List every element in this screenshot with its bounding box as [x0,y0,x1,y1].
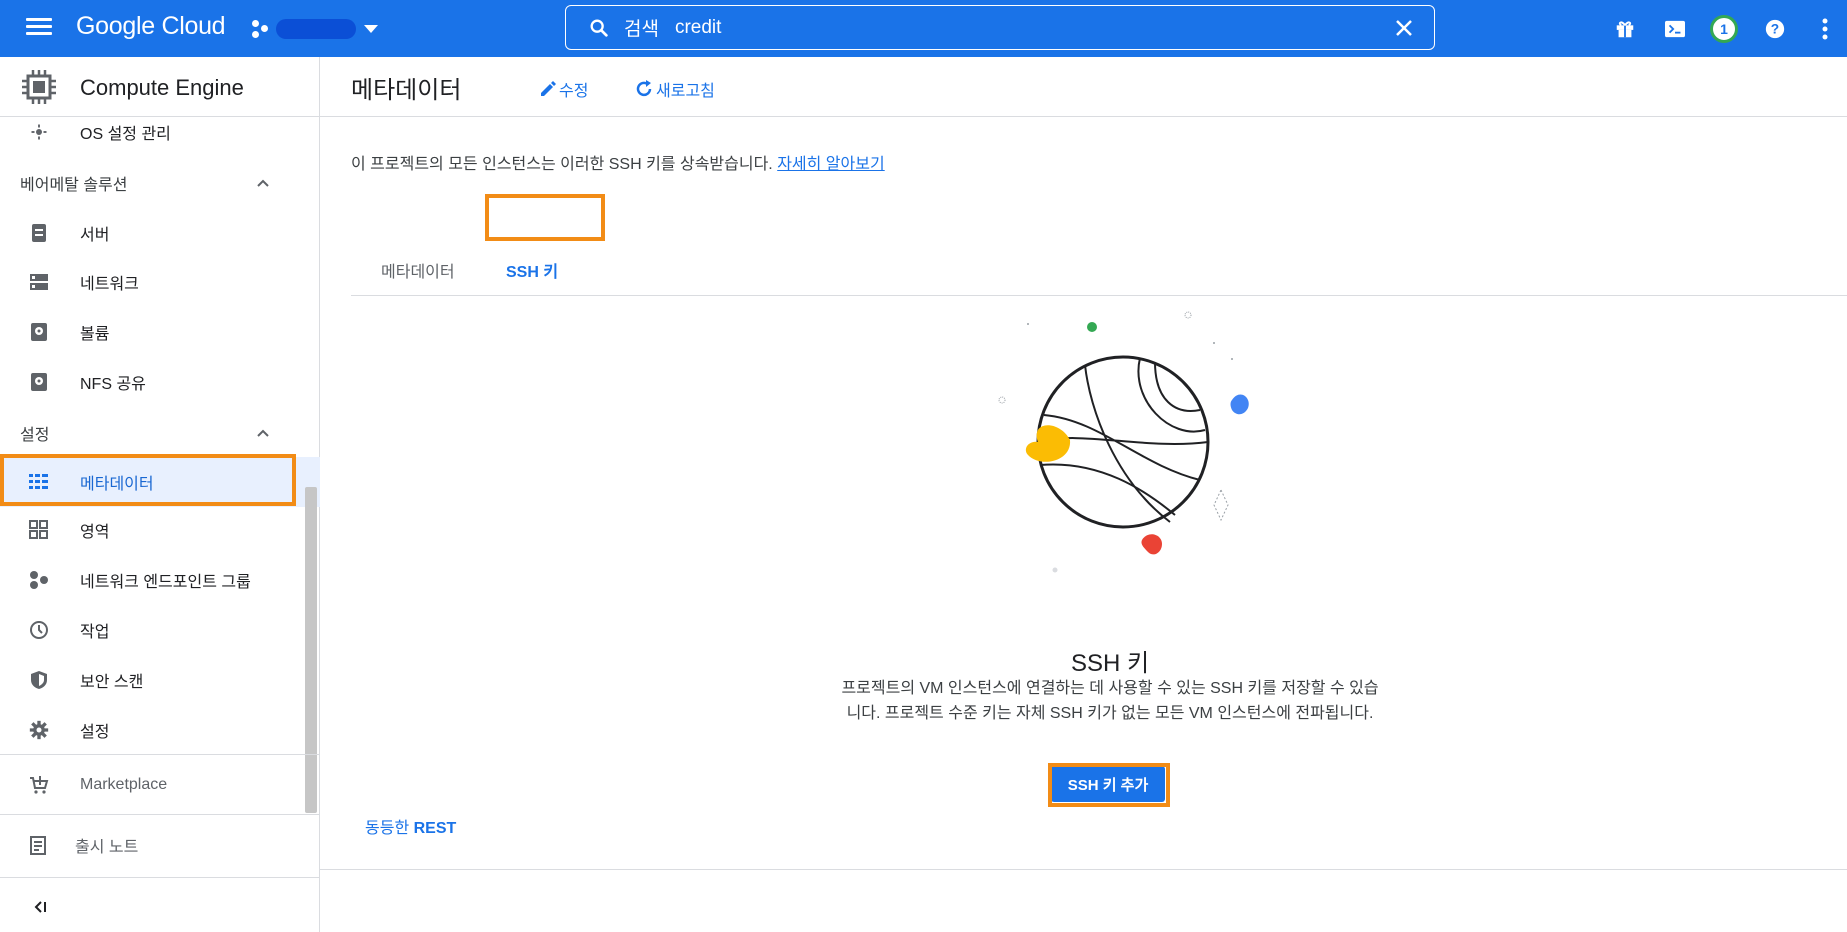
svg-text:?: ? [1771,22,1779,37]
edit-button[interactable]: 수정 [539,77,588,101]
empty-state-description-line: 프로젝트의 VM 인스턴스에 연결하는 데 사용할 수 있는 SSH 키를 저장… [841,680,1379,697]
metadata-icon [28,471,50,493]
product-name: Compute Engine [80,75,244,100]
divider [0,814,320,815]
nfs-icon [28,371,50,393]
clock-icon [28,619,50,641]
network-icon [28,271,50,293]
sidebar-item-label: 작업 [80,624,110,641]
redacted-project-name [276,19,356,39]
divider [320,869,1847,870]
sidebar-item-label: 서버 [80,227,110,244]
sidebar-item-label: 네트워크 엔드포인트 그룹 [80,574,251,591]
search-input[interactable] [674,16,1275,39]
info-message: 이 프로젝트의 모든 인스턴스는 이러한 SSH 키를 상속받습니다. [351,156,773,173]
sidebar-item-nfs[interactable]: NFS 공유 [0,359,320,405]
sidebar-item-marketplace[interactable]: Marketplace [0,762,320,808]
rest-link-prefix: 동등한 [365,820,410,837]
settings-icon [28,719,50,741]
section-settings[interactable]: 설정 [0,413,300,453]
search-icon [590,19,608,37]
equivalent-rest-link[interactable]: 동등한 REST [365,814,456,838]
project-picker[interactable] [250,16,378,42]
shield-icon [28,669,50,691]
empty-state-title: SSH 키 [1070,650,1150,677]
tab-ssh-keys[interactable]: SSH 키 [506,258,558,282]
rest-link-bold: REST [413,820,457,837]
sidebar-item-label: 설정 [80,724,110,741]
section-label: 설정 [20,427,50,444]
sidebar-item-label: Marketplace [80,776,168,793]
divider [0,877,320,878]
empty-state-description: 프로젝트의 VM 인스턴스에 연결하는 데 사용할 수 있는 SSH 키를 저장… [810,676,1410,726]
gear-small-icon [28,121,50,143]
sidebar-item-label: OS 설정 관리 [80,126,171,143]
more-options-icon[interactable] [1810,14,1840,44]
gift-icon[interactable] [1610,14,1640,44]
info-text: 이 프로젝트의 모든 인스턴스는 이러한 SSH 키를 상속받습니다. 자세히 … [351,150,885,174]
tabs: 메타데이터 SSH 키 [351,194,1847,297]
endpoint-group-icon [28,569,50,591]
sidebar-item-zone[interactable]: 영역 [0,507,320,553]
globe-illustration [998,311,1249,573]
sidebar-item-security-scan[interactable]: 보안 스캔 [0,657,320,703]
sidebar-item-release-notes[interactable]: 출시 노트 [0,822,320,868]
hamburger-menu-icon[interactable] [22,14,56,42]
sidebar-item-volume[interactable]: 볼륨 [0,309,320,355]
section-label: 베어메탈 솔루션 [20,177,128,194]
page-title: 메타데이터 [351,77,462,104]
product-header: Compute Engine [0,57,320,117]
chevron-up-icon[interactable] [256,176,270,190]
refresh-label: 새로고침 [656,83,715,100]
sidebar-item-network[interactable]: 네트워크 [0,259,320,305]
section-bare-metal[interactable]: 베어메탈 솔루션 [0,163,300,203]
volume-icon [28,321,50,343]
divider [0,754,320,755]
notifications-icon[interactable]: 1 [1709,14,1739,44]
sidebar-item-endpoint-groups[interactable]: 네트워크 엔드포인트 그룹 [0,557,320,603]
release-notes-icon [28,834,50,856]
main-content: 메타데이터 수정 새로고침 이 프로젝트의 모든 인스턴스는 이러한 SSH 키… [320,57,1847,932]
chevron-down-icon [364,25,378,33]
collapse-sidebar-button[interactable] [0,884,320,930]
sidebar-item-label: 볼륨 [80,326,110,343]
sidebar-item-label: 보안 스캔 [80,674,144,691]
learn-more-link[interactable]: 자세히 알아보기 [777,156,885,173]
search-label: 검색 [624,19,659,40]
search-bar[interactable]: 검색 [565,5,1435,50]
page-header: 메타데이터 수정 새로고침 [320,57,1847,117]
collapse-icon [30,896,52,918]
sidebar-item-label: 메타데이터 [80,476,154,493]
tab-metadata[interactable]: 메타데이터 [381,258,455,282]
compute-engine-chip-icon [22,70,56,104]
help-icon[interactable]: ? [1760,14,1790,44]
sidebar-item-label: 영역 [80,524,110,541]
refresh-button[interactable]: 새로고침 [634,77,715,101]
sidebar-item-metadata[interactable]: 메타데이터 [0,457,320,507]
sidebar-item-label: NFS 공유 [80,376,146,393]
edit-label: 수정 [559,83,589,100]
server-icon [28,222,50,244]
sidebar: Compute Engine OS 설정 관리 베어메탈 솔루션 서버 네트워크… [0,57,320,932]
sidebar-item-label: 네트워크 [80,276,139,293]
sidebar-item-jobs[interactable]: 작업 [0,607,320,653]
project-dots-icon [250,18,272,40]
refresh-icon [636,80,652,97]
sidebar-item-os-config[interactable]: OS 설정 관리 [0,117,320,147]
chevron-up-icon[interactable] [256,426,270,440]
sidebar-item-settings[interactable]: 설정 [0,707,320,753]
pencil-icon [541,81,556,96]
sidebar-item-server[interactable]: 서버 [0,210,320,256]
add-ssh-key-button[interactable]: SSH 키 추가 [1051,766,1165,802]
top-bar: Google Cloud 검색 1 ? [0,0,1847,57]
cart-icon [28,774,50,796]
sidebar-item-label: 출시 노트 [75,839,139,856]
notification-count-badge: 1 [1710,15,1738,43]
close-icon[interactable] [1392,16,1416,40]
cloud-shell-icon[interactable] [1660,14,1690,44]
google-cloud-logo[interactable]: Google Cloud [76,12,226,41]
empty-state-description-line: 니다. 프로젝트 수준 키는 자체 SSH 키가 없는 모든 VM 인스턴스에 … [846,705,1374,722]
zone-icon [28,519,50,541]
